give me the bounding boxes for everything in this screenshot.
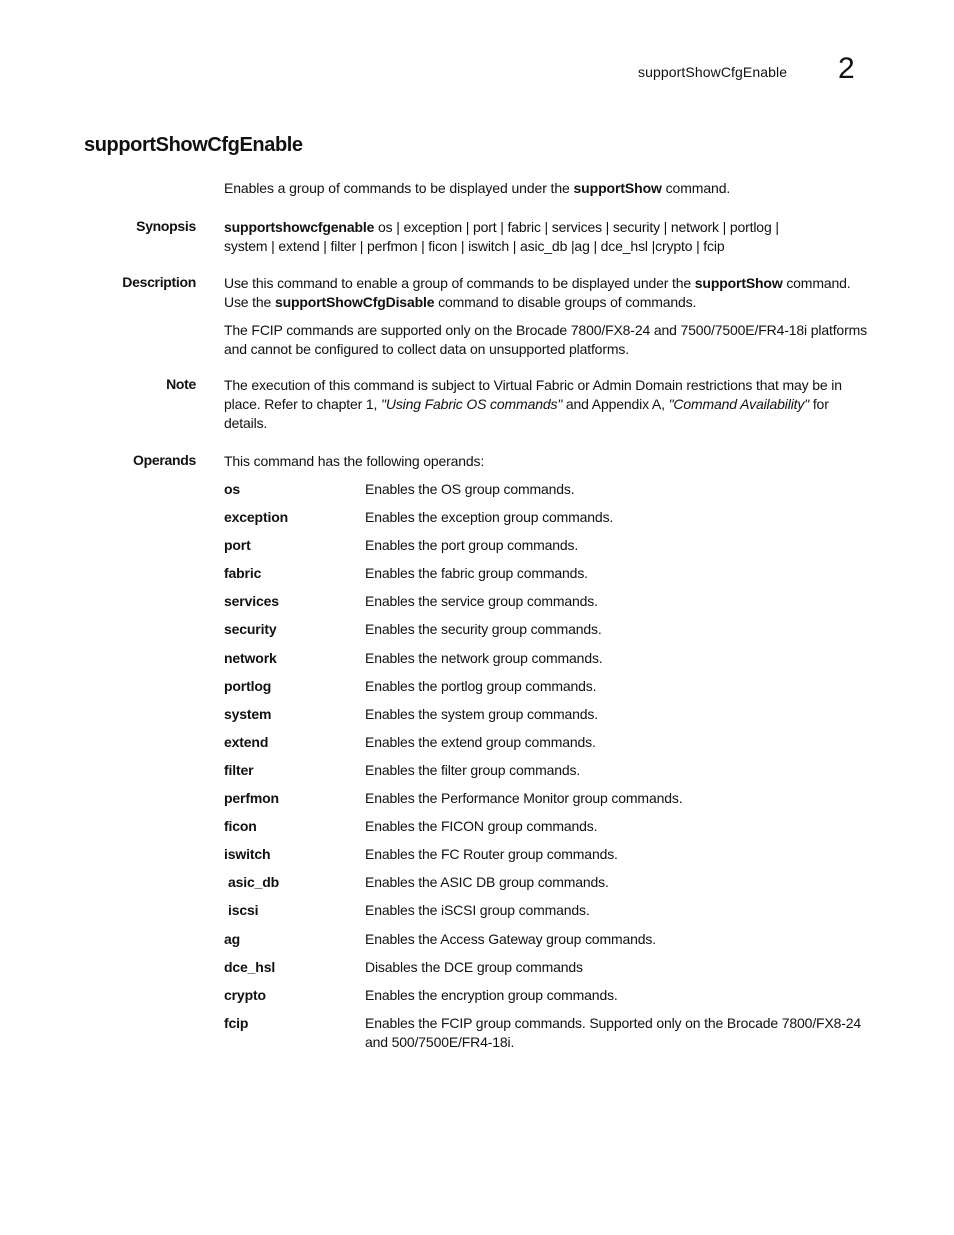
intro-text-part: command. xyxy=(661,180,731,196)
operand-row: fcip Enables the FCIP group commands. Sup… xyxy=(224,1014,864,1054)
reference-title: "Using Fabric OS commands" xyxy=(381,396,563,412)
operand-name: portlog xyxy=(224,677,272,694)
operand-row: perfmon Enables the Performance Monitor g… xyxy=(224,789,864,817)
command-ref: supportShowCfgDisable xyxy=(274,294,435,310)
operand-name: crypto xyxy=(224,986,266,1003)
operand-row: ficon Enables the FICON group commands. xyxy=(224,817,864,845)
operands-label: Operands xyxy=(133,452,196,468)
operand-description: Enables the FC Router group commands. xyxy=(365,846,618,863)
operand-name: exception xyxy=(224,509,289,526)
operand-name: iscsi xyxy=(228,902,259,919)
command-ref: supportShow xyxy=(694,275,783,291)
operand-row: network Enables the network group command… xyxy=(224,649,864,677)
operand-row: system Enables the system group commands. xyxy=(224,705,864,733)
synopsis-args: system | extend | filter | perfmon | fic… xyxy=(224,238,725,254)
operand-name: dce_hsl xyxy=(224,958,276,975)
intro-command-ref: supportShow xyxy=(573,180,662,196)
operand-description: Enables the ASIC DB group commands. xyxy=(365,874,609,891)
operand-row: iscsi Enables the iSCSI group commands. xyxy=(224,901,864,929)
operand-name: os xyxy=(224,481,241,497)
operand-name: network xyxy=(224,649,277,666)
operand-row: portlog Enables the portlog group command… xyxy=(224,677,864,705)
operand-row: services Enables the service group comman… xyxy=(224,592,864,620)
operand-description: Enables the encryption group commands. xyxy=(365,986,618,1003)
page-title: supportShowCfgEnable xyxy=(84,134,303,156)
operand-row: extend Enables the extend group commands. xyxy=(224,733,864,761)
operand-name: ag xyxy=(224,930,241,947)
operand-name: iswitch xyxy=(224,846,271,863)
operand-row: iswitch Enables the FC Router group comma… xyxy=(224,845,864,873)
operand-name: perfmon xyxy=(224,790,279,807)
reference-title: "Command Availability" xyxy=(668,396,810,412)
intro-text-part: Enables a group of commands to be displa… xyxy=(224,180,574,196)
operand-description: Enables the FICON group commands. xyxy=(365,818,598,835)
note-label: Note xyxy=(166,376,196,392)
operand-name: filter xyxy=(224,761,254,778)
operand-description: Enables the security group commands. xyxy=(365,621,602,638)
operand-name: extend xyxy=(224,733,269,750)
operand-name: port xyxy=(224,537,251,554)
operand-description: Enables the filter group commands. xyxy=(365,761,581,778)
operand-row: exception Enables the exception group com… xyxy=(224,508,864,536)
operand-row: os Enables the OS group commands. xyxy=(224,480,864,508)
operand-row: filter Enables the filter group commands. xyxy=(224,761,864,789)
operand-description: Enables the OS group commands. xyxy=(365,481,575,497)
intro-text: Enables a group of commands to be displa… xyxy=(224,180,730,196)
operand-description: Enables the Performance Monitor group co… xyxy=(365,790,683,807)
operand-description: Enables the FCIP group commands. Support… xyxy=(365,1014,862,1050)
chapter-number: 2 xyxy=(838,52,855,85)
operand-name: fabric xyxy=(224,565,262,582)
operand-row: ag Enables the Access Gateway group comma… xyxy=(224,930,864,958)
operand-description: Enables the port group commands. xyxy=(365,537,579,554)
description-paragraph: Use this command to enable a group of co… xyxy=(224,274,874,312)
operand-description: Enables the service group commands. xyxy=(365,593,598,610)
synopsis-args: os | exception | port | fabric | service… xyxy=(374,219,779,235)
synopsis-command: supportshowcfgenable xyxy=(224,219,375,235)
text: and Appendix A, xyxy=(562,396,669,412)
operand-description: Enables the extend group commands. xyxy=(365,733,596,750)
operand-description: Enables the exception group commands. xyxy=(365,509,614,526)
operand-row: port Enables the port group commands. xyxy=(224,536,864,564)
operand-name: security xyxy=(224,621,277,638)
operand-description: Enables the network group commands. xyxy=(365,649,603,666)
running-head: supportShowCfgEnable xyxy=(638,64,788,80)
synopsis-body: supportshowcfgenable os | exception | po… xyxy=(224,218,874,256)
operand-row: fabric Enables the fabric group commands. xyxy=(224,564,864,592)
text: command to disable groups of commands. xyxy=(434,294,697,310)
description-paragraph: The FCIP commands are supported only on … xyxy=(224,322,867,357)
operand-description: Enables the iSCSI group commands. xyxy=(365,902,590,919)
operand-description: Enables the portlog group commands. xyxy=(365,677,597,694)
operand-row: crypto Enables the encryption group comma… xyxy=(224,986,864,1014)
operand-row: dce_hsl Disables the DCE group commands xyxy=(224,958,864,986)
synopsis-label: Synopsis xyxy=(136,218,196,234)
operand-name: services xyxy=(224,593,279,610)
operands-intro: This command has the following operands: xyxy=(224,453,485,469)
operands-list: os Enables the OS group commands. exceptio… xyxy=(224,480,864,1054)
operand-name: asic_db xyxy=(228,874,280,891)
note-body: The execution of this command is subject… xyxy=(224,376,864,442)
operand-description: Enables the Access Gateway group command… xyxy=(365,930,656,947)
description-body: Use this command to enable a group of co… xyxy=(224,274,874,368)
operand-row: security Enables the security group comma… xyxy=(224,620,864,648)
operand-name: ficon xyxy=(224,818,257,835)
text: Use this command to enable a group of co… xyxy=(224,275,695,291)
operand-name: system xyxy=(224,705,272,722)
operand-row: asic_db Enables the ASIC DB group command… xyxy=(224,873,864,901)
operand-description: Enables the system group commands. xyxy=(365,705,599,722)
operand-name: fcip xyxy=(224,1014,249,1031)
operand-description: Disables the DCE group commands xyxy=(365,958,583,975)
description-label: Description xyxy=(122,274,196,290)
operand-description: Enables the fabric group commands. xyxy=(365,565,588,582)
